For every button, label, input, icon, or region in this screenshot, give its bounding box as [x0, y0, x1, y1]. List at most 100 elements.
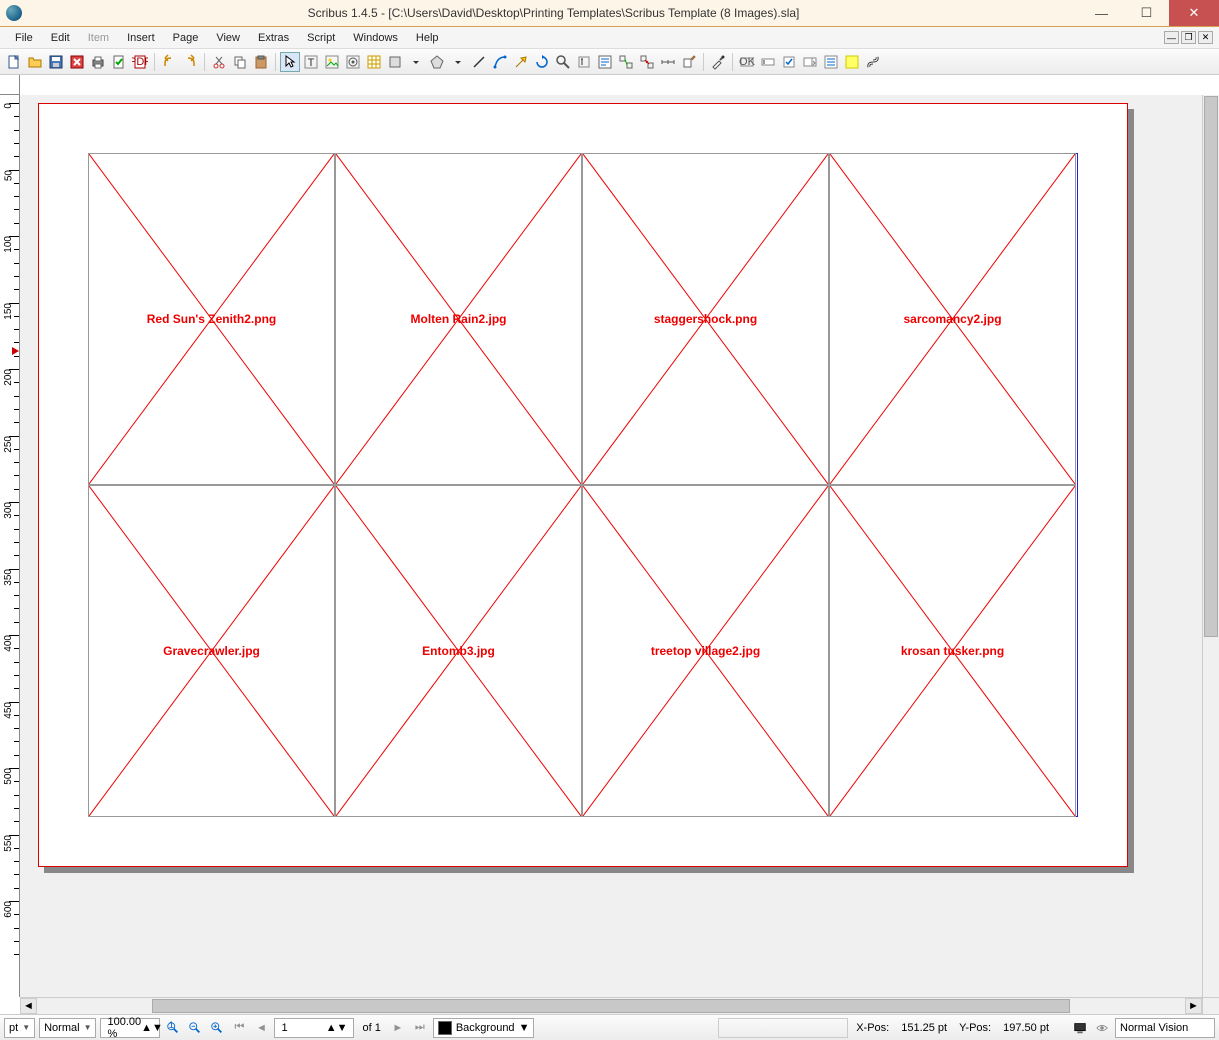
zoom-in-icon[interactable]: [208, 1019, 226, 1037]
pdf-button-icon[interactable]: OK: [737, 52, 757, 72]
menu-page[interactable]: Page: [164, 29, 208, 47]
menu-script[interactable]: Script: [298, 29, 344, 47]
freehand-icon[interactable]: [511, 52, 531, 72]
zoom-icon[interactable]: [553, 52, 573, 72]
pdf-annotation-icon[interactable]: [842, 52, 862, 72]
scroll-right-button[interactable]: ►: [1185, 998, 1202, 1014]
image-frame-icon[interactable]: [322, 52, 342, 72]
undo-icon[interactable]: [159, 52, 179, 72]
unlink-frames-icon[interactable]: [637, 52, 657, 72]
image-frame[interactable]: krosan tusker.png: [829, 485, 1076, 817]
select-tool-icon[interactable]: [280, 52, 300, 72]
close-doc-icon[interactable]: [67, 52, 87, 72]
cms-icon[interactable]: [1071, 1019, 1089, 1037]
image-frame[interactable]: sarcomancy2.jpg: [829, 153, 1076, 485]
prev-page-icon[interactable]: ◄: [252, 1019, 270, 1037]
zoom-value: 100.00 %: [107, 1016, 141, 1040]
table-icon[interactable]: [364, 52, 384, 72]
minimize-button[interactable]: —: [1079, 0, 1124, 26]
mdi-restore-button[interactable]: ❐: [1181, 31, 1196, 44]
guide-marker: [12, 347, 19, 355]
shape-icon[interactable]: [385, 52, 405, 72]
image-frame[interactable]: staggershock.png: [582, 153, 829, 485]
cut-icon[interactable]: [209, 52, 229, 72]
vertical-scrollbar[interactable]: [1202, 95, 1219, 997]
image-filename: staggershock.png: [654, 312, 757, 326]
menu-edit[interactable]: Edit: [42, 29, 79, 47]
render-frame-icon[interactable]: [343, 52, 363, 72]
last-page-icon[interactable]: ⏭: [411, 1019, 429, 1037]
first-page-icon[interactable]: ⏮: [230, 1019, 248, 1037]
story-editor-icon[interactable]: [595, 52, 615, 72]
zoom-out-icon[interactable]: [186, 1019, 204, 1037]
open-icon[interactable]: [25, 52, 45, 72]
save-icon[interactable]: [46, 52, 66, 72]
preflight-icon[interactable]: [109, 52, 129, 72]
image-frame[interactable]: Gravecrawler.jpg: [88, 485, 335, 817]
preview-icon[interactable]: [1093, 1019, 1111, 1037]
layer-color-swatch: [438, 1021, 452, 1035]
paste-icon[interactable]: [251, 52, 271, 72]
next-page-icon[interactable]: ►: [389, 1019, 407, 1037]
vision-label: Normal Vision: [1120, 1022, 1188, 1034]
mdi-minimize-button[interactable]: —: [1164, 31, 1179, 44]
ruler-corner[interactable]: [0, 75, 20, 95]
polygon-icon[interactable]: [427, 52, 447, 72]
page-of-label: of 1: [358, 1022, 384, 1034]
image-frame[interactable]: Entomb3.jpg: [335, 485, 582, 817]
scrollbar-thumb[interactable]: [152, 999, 1070, 1013]
pdf-checkbox-icon[interactable]: [779, 52, 799, 72]
menu-file[interactable]: File: [6, 29, 42, 47]
pdf-combobox-icon[interactable]: [800, 52, 820, 72]
pdf-link-icon[interactable]: [863, 52, 883, 72]
eyedropper-icon[interactable]: [708, 52, 728, 72]
new-icon[interactable]: [4, 52, 24, 72]
canvas-area[interactable]: Red Sun's Zenith2.pngMolten Rain2.jpg sta…: [20, 95, 1202, 997]
mdi-controls: — ❐ ✕: [1164, 31, 1213, 44]
scroll-left-button[interactable]: ◄: [20, 998, 37, 1014]
zoom-input[interactable]: 100.00 %▲▼: [100, 1018, 160, 1038]
menu-view[interactable]: View: [207, 29, 249, 47]
line-icon[interactable]: [469, 52, 489, 72]
shape-dropdown-icon[interactable]: [406, 52, 426, 72]
page-number-input[interactable]: 1▲▼: [274, 1018, 354, 1038]
xpos-label: X-Pos:: [852, 1022, 893, 1034]
menu-insert[interactable]: Insert: [118, 29, 164, 47]
menu-help[interactable]: Help: [407, 29, 448, 47]
mdi-close-button[interactable]: ✕: [1198, 31, 1213, 44]
layer-selector[interactable]: Background ▼: [433, 1018, 535, 1038]
menu-windows[interactable]: Windows: [344, 29, 407, 47]
scrollbar-thumb[interactable]: [1204, 96, 1218, 637]
zoom-fit-icon[interactable]: 1: [164, 1019, 182, 1037]
preview-mode-selector[interactable]: Normal▼: [39, 1018, 96, 1038]
close-button[interactable]: ✕: [1169, 0, 1219, 26]
edit-contents-icon[interactable]: [574, 52, 594, 72]
menu-extras[interactable]: Extras: [249, 29, 298, 47]
menu-item[interactable]: Item: [79, 29, 118, 47]
link-frames-icon[interactable]: [616, 52, 636, 72]
measure-icon[interactable]: [658, 52, 678, 72]
copy-icon[interactable]: [230, 52, 250, 72]
maximize-button[interactable]: ☐: [1124, 0, 1169, 26]
copy-properties-icon[interactable]: [679, 52, 699, 72]
pdf-icon[interactable]: PDF: [130, 52, 150, 72]
text-frame-icon[interactable]: T: [301, 52, 321, 72]
horizontal-scrollbar[interactable]: ◄ ►: [20, 997, 1202, 1014]
image-frame[interactable]: treetop village2.jpg: [582, 485, 829, 817]
image-frame[interactable]: Molten Rain2.jpg: [335, 153, 582, 485]
image-filename: treetop village2.jpg: [651, 644, 760, 658]
app-icon: [6, 5, 22, 21]
vision-mode-selector[interactable]: Normal Vision: [1115, 1018, 1215, 1038]
image-frame[interactable]: Red Sun's Zenith2.png: [88, 153, 335, 485]
pdf-textfield-icon[interactable]: [758, 52, 778, 72]
unit-selector[interactable]: pt▼: [4, 1018, 35, 1038]
vertical-ruler[interactable]: 050100150200250300350400450500550600: [0, 95, 20, 997]
polygon-dropdown-icon[interactable]: [448, 52, 468, 72]
pdf-listbox-icon[interactable]: [821, 52, 841, 72]
workspace: 0501001502002503003504004505005506006507…: [0, 75, 1219, 1014]
print-icon[interactable]: [88, 52, 108, 72]
title-bar: Scribus 1.4.5 - [C:\Users\David\Desktop\…: [0, 0, 1219, 27]
rotate-icon[interactable]: [532, 52, 552, 72]
redo-icon[interactable]: [180, 52, 200, 72]
bezier-icon[interactable]: [490, 52, 510, 72]
